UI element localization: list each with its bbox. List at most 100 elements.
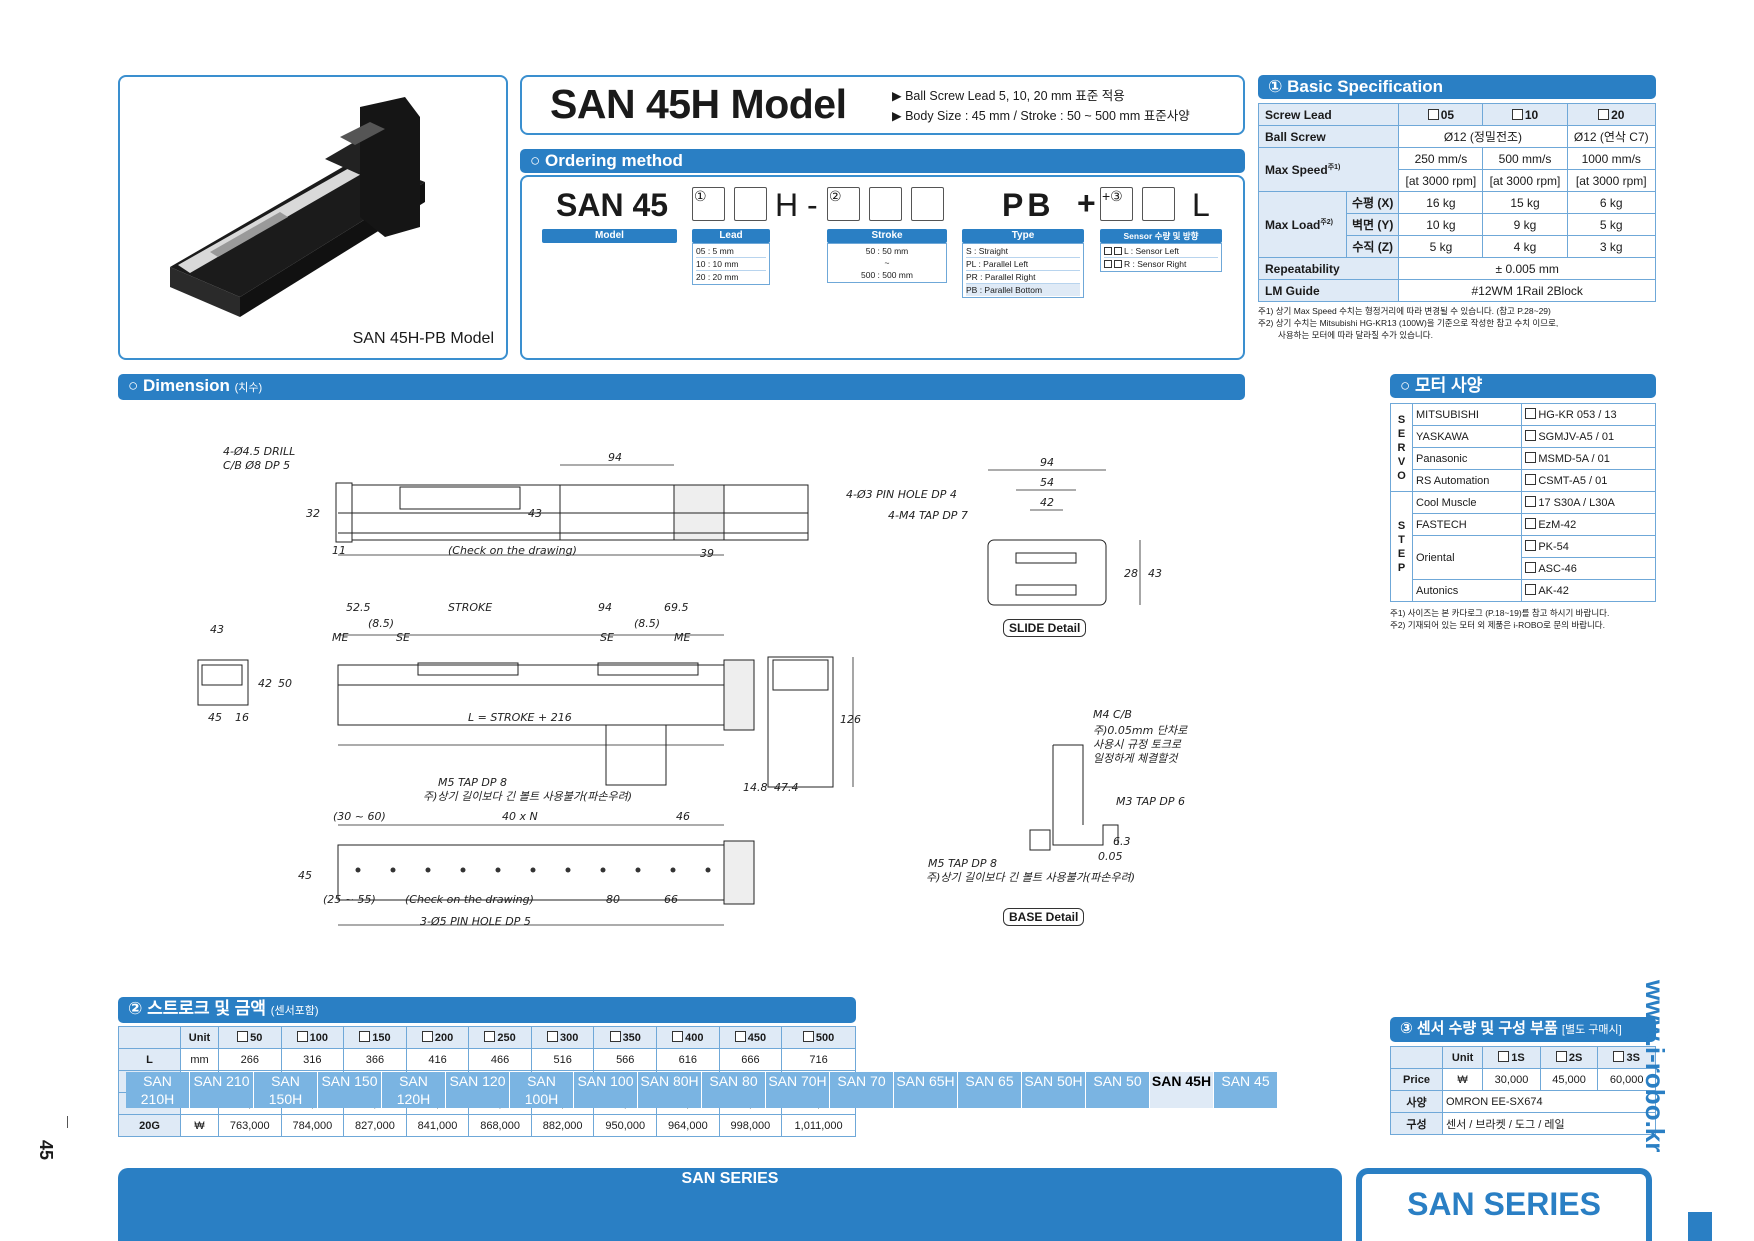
basic-spec-table: Screw Lead 05 10 20 Ball Screw Ø12 (정밀전조… bbox=[1257, 103, 1657, 302]
series-tab[interactable]: SAN 100H bbox=[510, 1072, 574, 1108]
site-url[interactable]: www.i-robo.kr bbox=[1639, 980, 1670, 1152]
dim-pin3: 4-Ø3 PIN HOLE DP 4 bbox=[846, 488, 957, 501]
type-options: S : Straight PL : Parallel Left PR : Par… bbox=[962, 243, 1084, 298]
sensor-parts-value: 센서 / 브라켓 / 도그 / 레일 bbox=[1442, 1112, 1656, 1135]
order-lead-box-2[interactable] bbox=[734, 187, 767, 221]
order-stroke-box-1[interactable]: ② bbox=[827, 187, 860, 221]
sp-stroke-200[interactable]: 200 bbox=[435, 1032, 453, 1044]
sp-stroke-450[interactable]: 450 bbox=[748, 1032, 766, 1044]
sp-stroke-50[interactable]: 50 bbox=[250, 1032, 262, 1044]
motor-model-rs: CSMT-A5 / 01 bbox=[1538, 475, 1608, 487]
model-bullet-1: ▶ Ball Screw Lead 5, 10, 20 mm 표준 적용 bbox=[892, 89, 1125, 103]
series-tab[interactable]: SAN 100 bbox=[574, 1072, 638, 1108]
table-row: Max Load주2) 수평 (X) 16 kg 15 kg 6 kg bbox=[1258, 191, 1657, 258]
table-row: Max Speed주1) 250 mm/s 500 mm/s 1000 mm/s bbox=[1257, 147, 1657, 192]
sensor-qty-2s[interactable]: 2S bbox=[1569, 1052, 1582, 1064]
series-tab[interactable]: SAN 70 bbox=[830, 1072, 894, 1108]
spec-ball-screw-label: Ball Screw bbox=[1257, 125, 1400, 148]
sensor-parts-label: 구성 bbox=[1390, 1112, 1443, 1135]
stroke-opt-min: 50 : 50 mm bbox=[865, 246, 909, 256]
sp-cell: 466 bbox=[468, 1048, 532, 1071]
dim-45-end: 45 bbox=[208, 711, 222, 724]
dim-43-top: 43 bbox=[528, 507, 542, 520]
dim-11: 11 bbox=[332, 544, 346, 557]
sp-stroke-250[interactable]: 250 bbox=[497, 1032, 515, 1044]
sp-stroke-400[interactable]: 400 bbox=[685, 1032, 703, 1044]
sp-stroke-150[interactable]: 150 bbox=[372, 1032, 390, 1044]
table-row: Ball Screw Ø12 (정밀전조) Ø12 (연삭 C7) bbox=[1257, 125, 1657, 148]
sp-stroke-500[interactable]: 500 bbox=[816, 1032, 834, 1044]
page-number: 45 bbox=[36, 1140, 56, 1161]
sensor-title: ③ 센서 수량 및 구성 부품 bbox=[1400, 1020, 1558, 1037]
servo-label: SERVO bbox=[1390, 403, 1413, 492]
series-tab[interactable]: SAN 50H bbox=[1022, 1072, 1086, 1108]
sensor-unit-header: Unit bbox=[1441, 1046, 1484, 1069]
spec-note-1: 주1) 상기 Max Speed 수치는 형정거리에 따라 변경될 수 있습니다… bbox=[1258, 306, 1551, 316]
dim-14-8: 14.8 bbox=[743, 781, 768, 794]
dim-54: 54 bbox=[1040, 476, 1054, 489]
series-tab[interactable]: SAN 45 bbox=[1214, 1072, 1278, 1108]
table-row: Oriental PK-54 bbox=[1391, 535, 1656, 580]
spec-load-y-20: 5 kg bbox=[1566, 213, 1657, 236]
order-sensor-box-2[interactable] bbox=[1142, 187, 1175, 221]
dim-me-right: ME bbox=[674, 631, 690, 644]
series-tab[interactable]: SAN 150 bbox=[318, 1072, 382, 1108]
dim-94-slide: 94 bbox=[1040, 456, 1054, 469]
spec-load-y-10: 9 kg bbox=[1482, 213, 1568, 236]
series-tab[interactable]: SAN 65H bbox=[894, 1072, 958, 1108]
sp-row-label: L bbox=[118, 1048, 181, 1071]
series-tab[interactable]: SAN 50 bbox=[1086, 1072, 1150, 1108]
table-row: Unit 50 100 150 200 250 300 350 400 450 … bbox=[118, 1026, 856, 1049]
tag-model: Model bbox=[542, 229, 677, 243]
series-tab[interactable]: SAN 150H bbox=[254, 1072, 318, 1108]
series-tab[interactable]: SAN 120H bbox=[382, 1072, 446, 1108]
motor-model-pk54: PK-54 bbox=[1538, 541, 1569, 553]
series-tab[interactable]: SAN 120 bbox=[446, 1072, 510, 1108]
sp-stroke-300[interactable]: 300 bbox=[560, 1032, 578, 1044]
order-h-dash: H - bbox=[775, 187, 818, 223]
dim-m5-note-base: 주)상기 길이보다 긴 볼트 사용불가(파손우려) bbox=[926, 871, 1135, 884]
basic-spec-header: ① Basic Specification bbox=[1258, 75, 1656, 99]
series-tab[interactable]: SAN 45H bbox=[1150, 1072, 1214, 1108]
series-tab[interactable]: SAN 210 bbox=[190, 1072, 254, 1108]
table-row: Unit 1S 2S 3S bbox=[1390, 1046, 1656, 1069]
series-tab[interactable]: SAN 210H bbox=[126, 1072, 190, 1108]
sp-cell: 566 bbox=[593, 1048, 658, 1071]
order-stroke-box-2[interactable] bbox=[869, 187, 902, 221]
dim-25-55: (25 ~ 55) bbox=[323, 893, 376, 906]
dim-45-bottom: 45 bbox=[298, 869, 312, 882]
sp-stroke-100[interactable]: 100 bbox=[310, 1032, 328, 1044]
sensor-qty-1s[interactable]: 1S bbox=[1511, 1052, 1524, 1064]
sensor-table: Unit 1S 2S 3S Price ₩ 30,000 45,000 60,0… bbox=[1390, 1046, 1656, 1135]
spec-load-y-05: 10 kg bbox=[1398, 213, 1484, 236]
order-sensor-box-1[interactable]: +③ bbox=[1100, 187, 1133, 221]
tag-sensor: Sensor 수량 및 방향 bbox=[1100, 229, 1222, 243]
table-row: Lmm 266 316 366 416 466 516 566 616 666 716 bbox=[118, 1048, 856, 1071]
product-caption: SAN 45H-PB Model bbox=[352, 330, 494, 347]
order-lead-box-1[interactable]: ① bbox=[692, 187, 725, 221]
spec-lm-guide-label: LM Guide bbox=[1257, 279, 1400, 302]
lead-options: 05 : 5 mm 10 : 10 mm 20 : 20 mm bbox=[692, 243, 770, 285]
dim-46: 46 bbox=[676, 810, 690, 823]
dim-32: 32 bbox=[306, 507, 320, 520]
dim-check-top: (Check on the drawing) bbox=[448, 544, 577, 557]
dim-39: 39 bbox=[700, 547, 714, 560]
spec-lead-10: 10 bbox=[1524, 107, 1539, 122]
sensor-qty-3s[interactable]: 3S bbox=[1626, 1052, 1639, 1064]
series-tab[interactable]: SAN 70H bbox=[766, 1072, 830, 1108]
series-tab[interactable]: SAN 80H bbox=[638, 1072, 702, 1108]
order-plus: + bbox=[1077, 185, 1096, 221]
motor-model-fastech: EzM-42 bbox=[1538, 519, 1577, 531]
table-row: Autonics AK-42 bbox=[1391, 579, 1656, 602]
series-tab[interactable]: SAN 65 bbox=[958, 1072, 1022, 1108]
dim-m3tap: M3 TAP DP 6 bbox=[1116, 795, 1185, 808]
table-row: Price ₩ 30,000 45,000 60,000 bbox=[1390, 1068, 1656, 1091]
tag-lead: Lead bbox=[692, 229, 770, 243]
spec-load-z-20: 3 kg bbox=[1566, 235, 1657, 258]
dim-69-5: 69.5 bbox=[664, 601, 689, 614]
order-stroke-box-3[interactable] bbox=[911, 187, 944, 221]
spec-load-z-05: 5 kg bbox=[1398, 235, 1484, 258]
motor-model-asc46: ASC-46 bbox=[1538, 563, 1577, 575]
sp-stroke-350[interactable]: 350 bbox=[623, 1032, 641, 1044]
series-tab[interactable]: SAN 80 bbox=[702, 1072, 766, 1108]
